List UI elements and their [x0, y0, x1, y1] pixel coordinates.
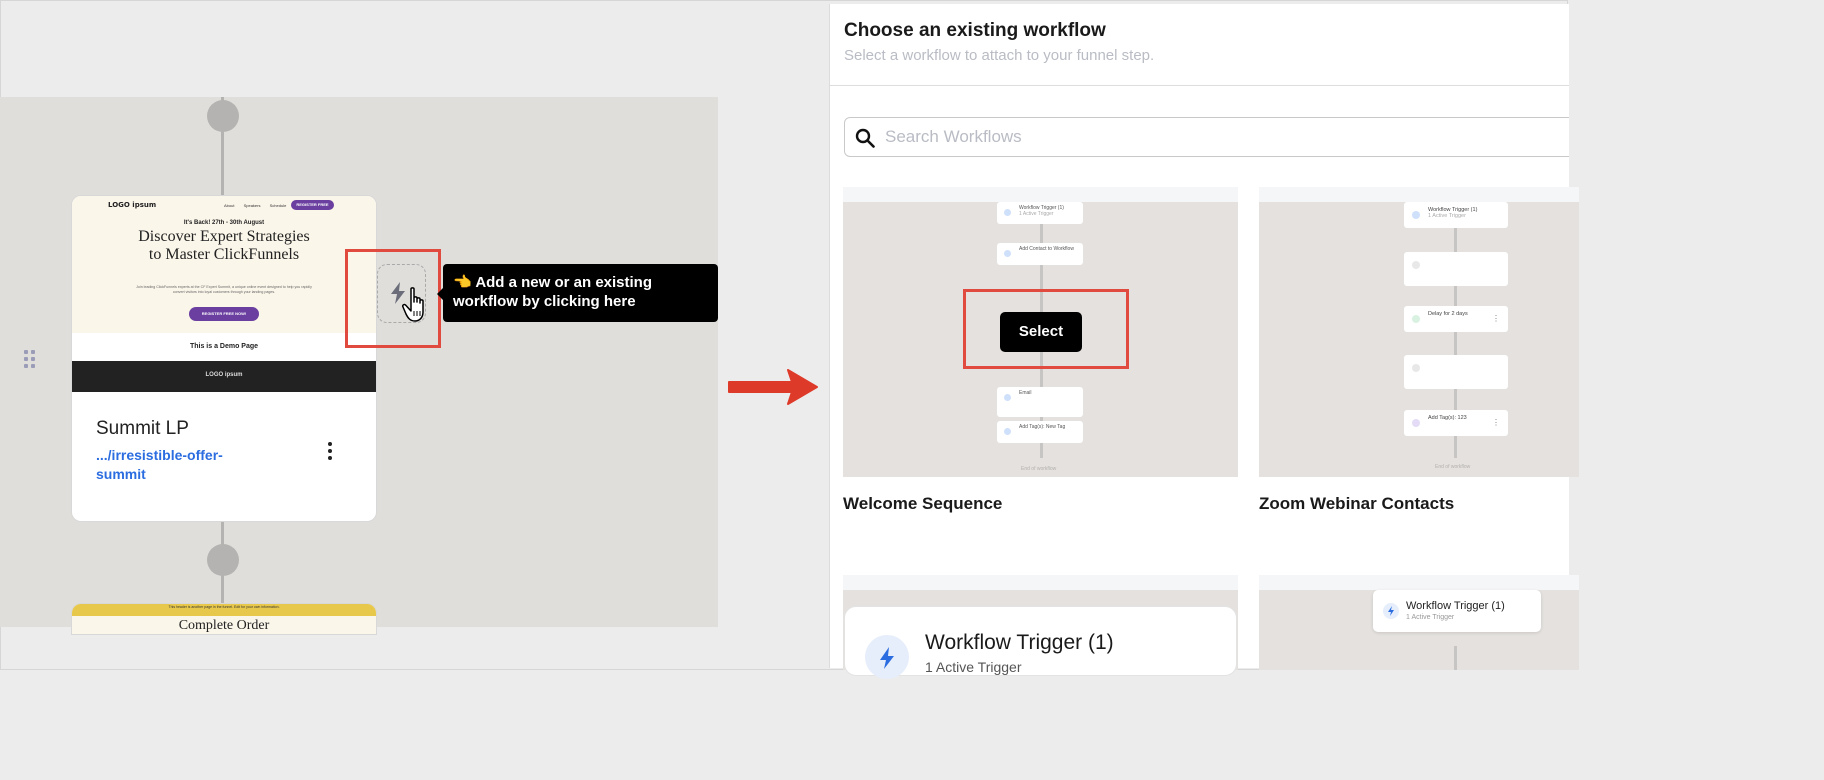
tooltip-text: Add a new or an existing workflow by cli…: [453, 274, 653, 310]
preview-nav-item: Speakers: [243, 203, 261, 208]
next-step-title: Complete Order: [178, 618, 270, 633]
search-icon: [855, 128, 875, 148]
preview-footer-logo: LOGO ipsum: [205, 372, 243, 378]
connector-node: [207, 100, 239, 132]
workflow-step-card: Email: [997, 387, 1083, 417]
preview-demo-label: This is a Demo Page: [189, 343, 259, 350]
step-url-link[interactable]: .../irresistible-offer-summit: [96, 446, 266, 484]
workflow-name[interactable]: Zoom Webinar Contacts: [1259, 494, 1454, 514]
preview-eyebrow: It's Back! 27th - 30th August: [183, 220, 265, 226]
workflow-step-card: [1404, 355, 1508, 389]
preview-nav-item: About: [224, 203, 235, 208]
preview-nav-button: REGISTER FREE: [291, 200, 334, 210]
workflow-step-card: Add Tag(s): 123 ⋮: [1404, 410, 1508, 436]
workflow-step-card: Add Contact to Workflow: [997, 243, 1083, 265]
preview-nav: About Speakers Schedule: [224, 203, 294, 208]
trigger-title: Workflow Trigger (1): [1406, 600, 1505, 612]
workflow-trigger-card: Workflow Trigger (1) 1 Active Trigger: [1373, 590, 1541, 632]
step-title: Summit LP: [96, 418, 189, 439]
highlight-box: [963, 289, 1129, 369]
workflow-step-card: Workflow Trigger (1) 1 Active Trigger: [1404, 202, 1508, 228]
preview-headline: Discover Expert Strategies to Master Cli…: [138, 228, 310, 263]
drag-handle-icon[interactable]: [24, 350, 38, 368]
workflow-thumbnail[interactable]: Workflow Trigger (1) 1 Active Trigger Del…: [1259, 187, 1579, 477]
search-input[interactable]: [885, 126, 1525, 148]
workflow-connector: [1454, 646, 1457, 670]
preview-nav-item: Schedule: [269, 203, 287, 208]
workflow-step-card: Delay for 2 days ⋮: [1404, 306, 1508, 332]
search-box[interactable]: [844, 117, 1569, 157]
workflow-trigger-card: Workflow Trigger (1) 1 Active Trigger: [844, 606, 1237, 679]
chooser-subtitle: Select a workflow to attach to your funn…: [844, 47, 1155, 64]
workflow-name[interactable]: Welcome Sequence: [843, 494, 1002, 514]
next-step-banner: This header is another page in the funne…: [72, 604, 376, 616]
right-arrow-icon: [728, 369, 818, 405]
end-of-workflow-label: End of workflow: [1435, 464, 1471, 470]
end-of-workflow-label: End of workflow: [1021, 466, 1057, 472]
preview-cta: REGISTER FREE NOW!: [189, 307, 259, 321]
pointing-hand-emoji: 👈: [453, 274, 472, 291]
kebab-menu-icon[interactable]: [324, 442, 334, 462]
workflow-step-card: Add Tag(s): New Tag: [997, 421, 1083, 443]
workflow-step-card: [1404, 252, 1508, 286]
trigger-title: Workflow Trigger (1): [925, 631, 1114, 654]
chooser-title: Choose an existing workflow: [844, 20, 1106, 41]
funnel-step-card[interactable]: LOGO ipsum About Speakers Schedule REGIS…: [71, 195, 377, 522]
connector-node: [207, 544, 239, 576]
trigger-subtitle: 1 Active Trigger: [925, 659, 1022, 675]
page-preview-thumbnail[interactable]: LOGO ipsum About Speakers Schedule REGIS…: [72, 196, 376, 392]
workflow-step-card: Workflow Trigger (1) 1 Active Trigger: [997, 202, 1083, 224]
divider: [830, 85, 1569, 86]
preview-body: Join leading ClickFunnels experts at the…: [136, 285, 312, 294]
bolt-icon: [1383, 603, 1399, 619]
next-step-card[interactable]: This header is another page in the funne…: [71, 603, 377, 635]
highlight-box: [345, 249, 441, 348]
bolt-icon: [865, 635, 909, 679]
workflow-tooltip: 👈 Add a new or an existing workflow by c…: [437, 264, 718, 322]
trigger-subtitle: 1 Active Trigger: [1406, 614, 1455, 621]
preview-logo: LOGO ipsum: [108, 201, 157, 209]
